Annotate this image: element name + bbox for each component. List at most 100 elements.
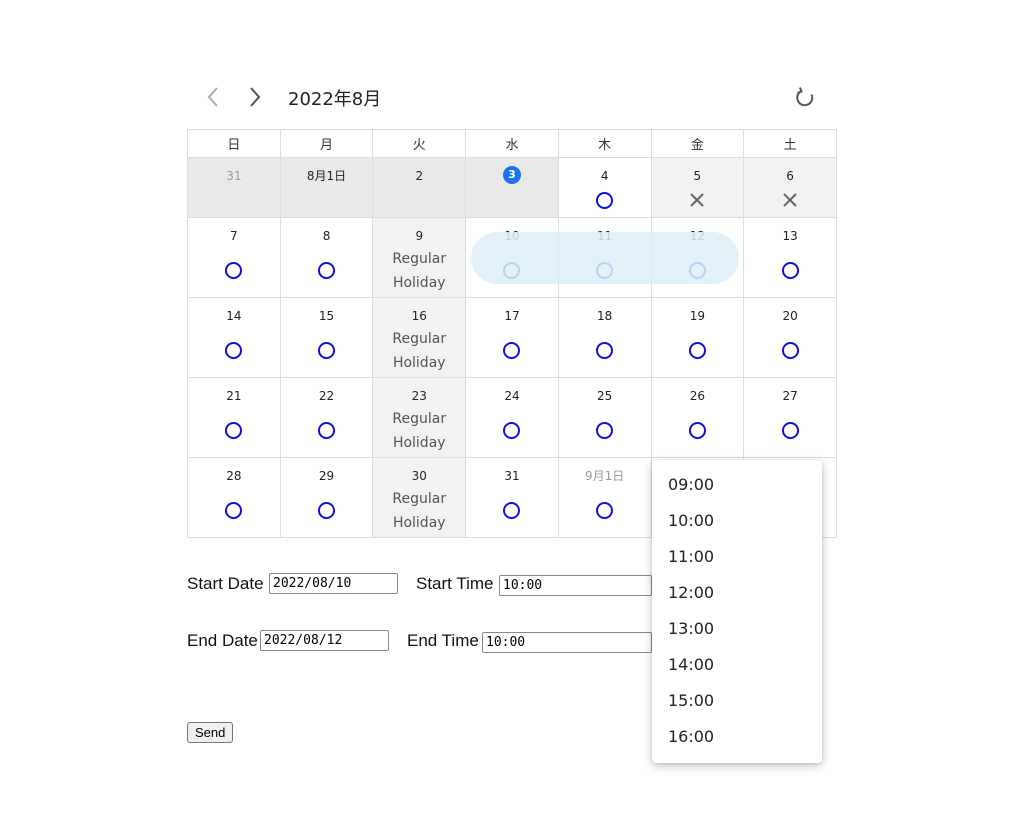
time-option[interactable]: 12:00 [652, 575, 822, 611]
calendar-day-cell[interactable]: 30 Regular Holiday [372, 457, 467, 538]
calendar-day-cell[interactable]: 25 [557, 377, 652, 458]
day-number: 30 [411, 469, 427, 483]
chevron-left-icon[interactable] [201, 84, 227, 110]
unavailable-cross-icon [689, 192, 705, 208]
calendar-day-cell[interactable]: 26 [650, 377, 745, 458]
calendar-day-cell[interactable]: 23 Regular Holiday [372, 377, 467, 458]
time-option[interactable]: 16:00 [652, 719, 822, 755]
calendar-week-row: 7 8 9 Regular Holiday 10 11 12 13 [187, 217, 837, 298]
available-circle-icon [596, 342, 614, 359]
weekday-header: 金 [650, 129, 745, 158]
day-number: 27 [782, 389, 798, 403]
day-number: 18 [597, 309, 613, 323]
available-circle-icon [503, 262, 521, 279]
time-option[interactable]: 10:00 [652, 503, 822, 539]
start-time-label: Start Time [416, 574, 494, 593]
time-option[interactable]: 14:00 [652, 647, 822, 683]
available-circle-icon [318, 422, 336, 439]
calendar-day-cell[interactable]: 7 [187, 217, 281, 298]
day-number: 21 [226, 389, 242, 403]
day-number: 5 [693, 169, 702, 183]
day-number: 13 [782, 229, 798, 243]
calendar-day-cell[interactable]: 11 [557, 217, 652, 298]
calendar-day-cell[interactable]: 14 [187, 297, 281, 378]
weekday-header: 月 [279, 129, 374, 158]
calendar-day-cell[interactable]: 2 [372, 157, 467, 218]
calendar-day-cell[interactable]: 27 [743, 377, 837, 458]
calendar-day-cell[interactable]: 21 [187, 377, 281, 458]
day-number: 9 [415, 229, 424, 243]
calendar-day-cell[interactable]: 18 [557, 297, 652, 378]
calendar-day-cell[interactable]: 28 [187, 457, 281, 538]
calendar-day-cell[interactable]: 8 [279, 217, 374, 298]
refresh-icon[interactable] [792, 85, 818, 111]
calendar-day-cell[interactable]: 16 Regular Holiday [372, 297, 467, 378]
calendar-day-cell[interactable]: 20 [743, 297, 837, 378]
day-number: 24 [504, 389, 520, 403]
calendar-header: 2022年8月 [187, 80, 837, 114]
calendar-day-cell[interactable]: 13 [743, 217, 837, 298]
weekday-header-row: 日月火水木金土 [187, 129, 837, 158]
end-date-input[interactable] [260, 630, 389, 651]
available-circle-icon [318, 262, 336, 279]
holiday-label: Regular Holiday [392, 491, 447, 531]
chevron-right-icon[interactable] [241, 84, 267, 110]
calendar-day-cell[interactable]: 9月1日 [557, 457, 652, 538]
calendar-day-cell[interactable]: 4 [557, 157, 652, 218]
day-number: 15 [318, 309, 335, 323]
calendar-day-cell[interactable]: 22 [279, 377, 374, 458]
start-date-input[interactable] [269, 573, 398, 594]
calendar-day-cell[interactable]: 5 [650, 157, 745, 218]
available-circle-icon [503, 342, 521, 359]
send-button[interactable]: Send [187, 722, 234, 743]
calendar-week-row: 31 8月1日 2 3 4 5 6 [187, 157, 837, 218]
end-date-label: End Date [187, 631, 258, 650]
time-option[interactable]: 15:00 [652, 683, 822, 719]
available-circle-icon [318, 342, 336, 359]
calendar-day-cell[interactable]: 8月1日 [279, 157, 374, 218]
calendar-day-cell[interactable]: 12 [650, 217, 745, 298]
available-circle-icon [225, 502, 243, 519]
calendar-day-cell[interactable]: 6 [743, 157, 837, 218]
time-option[interactable]: 11:00 [652, 539, 822, 575]
day-number: 8 [322, 229, 331, 243]
calendar-day-cell[interactable]: 15 [279, 297, 374, 378]
available-circle-icon [688, 262, 706, 279]
calendar-day-cell[interactable]: 19 [650, 297, 745, 378]
calendar-day-cell[interactable]: 10 [465, 217, 559, 298]
calendar-day-cell[interactable]: 24 [465, 377, 559, 458]
calendar-day-cell[interactable]: 29 [279, 457, 374, 538]
start-date-label: Start Date [187, 574, 264, 593]
start-time-input[interactable] [499, 575, 652, 596]
weekday-header: 日 [187, 129, 281, 158]
available-circle-icon [225, 422, 243, 439]
available-circle-icon [781, 262, 799, 279]
day-number: 16 [411, 309, 427, 323]
calendar-day-cell[interactable]: 31 [465, 457, 559, 538]
day-number: 29 [318, 469, 335, 483]
month-title: 2022年8月 [288, 89, 382, 110]
weekday-header: 木 [557, 129, 652, 158]
day-number: 14 [226, 309, 242, 323]
calendar-day-cell[interactable]: 31 [187, 157, 281, 218]
available-circle-icon [225, 342, 243, 359]
available-circle-icon [503, 502, 521, 519]
time-option[interactable]: 09:00 [652, 467, 822, 503]
time-option[interactable]: 13:00 [652, 611, 822, 647]
calendar-day-cell[interactable]: 3 [465, 157, 559, 218]
unavailable-cross-icon [782, 192, 798, 208]
available-circle-icon [225, 262, 243, 279]
day-number: 28 [226, 469, 242, 483]
available-circle-icon [596, 502, 614, 519]
day-number: 8月1日 [306, 169, 347, 183]
end-time-input[interactable] [482, 632, 652, 653]
available-circle-icon [596, 422, 614, 439]
weekday-header: 水 [465, 129, 559, 158]
day-number: 20 [782, 309, 798, 323]
day-number: 6 [786, 169, 794, 183]
available-circle-icon [596, 262, 614, 279]
calendar-day-cell[interactable]: 9 Regular Holiday [372, 217, 467, 298]
day-number: 10 [504, 229, 520, 243]
calendar-day-cell[interactable]: 17 [465, 297, 559, 378]
today-badge: 3 [502, 166, 521, 184]
